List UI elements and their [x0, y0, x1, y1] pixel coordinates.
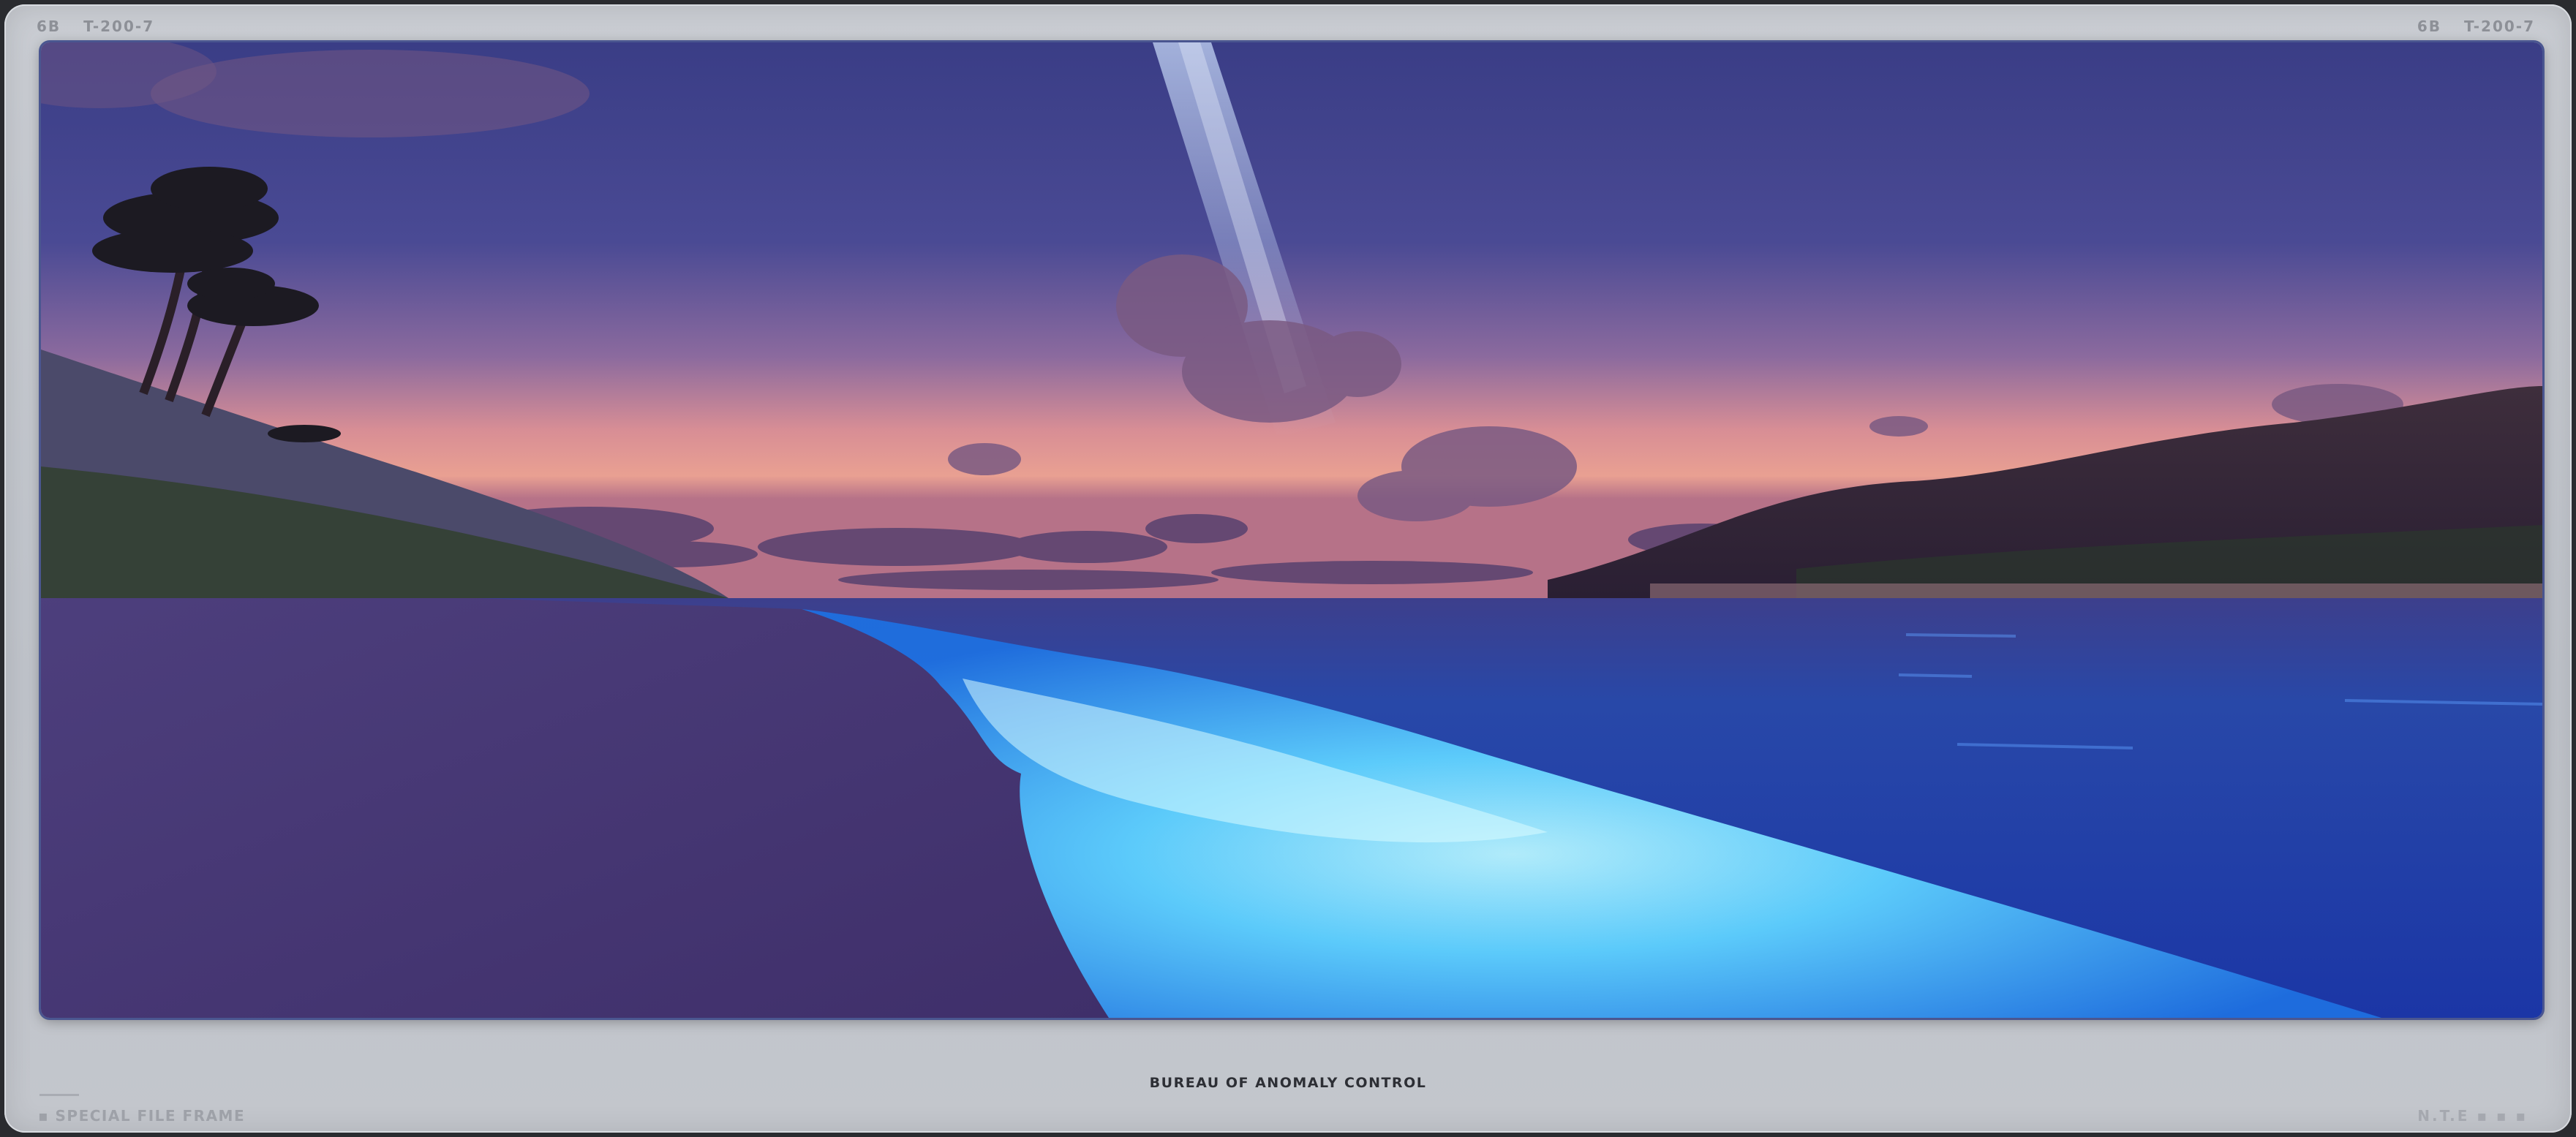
header-right-prefix: 6B	[2417, 18, 2442, 35]
file-frame: 6B T-200-7 6B T-200-7 BUREAU OF ANOMALY …	[4, 4, 2572, 1133]
footer-left-tick	[39, 1094, 79, 1096]
scene-viewport	[41, 42, 2542, 1018]
header-left-prefix: 6B	[37, 18, 61, 35]
header-right-label: 6B T-200-7	[2417, 18, 2535, 35]
beach-night-scene-icon	[41, 42, 2542, 1018]
footer-right-label: N.T.E ▪ ▪ ▪	[2417, 1107, 2528, 1125]
header-left-label: 6B T-200-7	[37, 18, 154, 35]
footer-title: BUREAU OF ANOMALY CONTROL	[1149, 1075, 1427, 1091]
header-right-code: T-200-7	[2464, 18, 2535, 35]
header-left-code: T-200-7	[83, 18, 155, 35]
footer-left-label: ▪ SPECIAL FILE FRAME	[38, 1094, 246, 1125]
footer-left-text: ▪ SPECIAL FILE FRAME	[38, 1107, 246, 1125]
